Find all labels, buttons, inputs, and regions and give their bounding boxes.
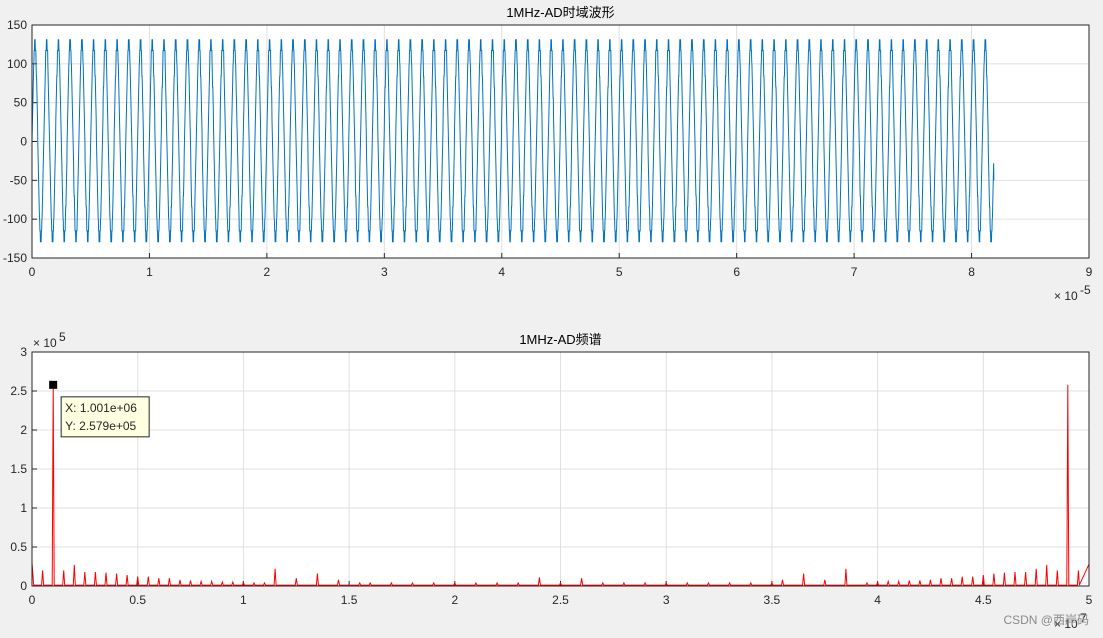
y-tick-label: 2 [20,423,27,437]
y-tick-label: 0.5 [10,540,27,554]
y-tick-label: 1.5 [10,462,27,476]
y-tick-label: 150 [7,18,27,32]
x-exponent-label: × 10 [1054,289,1078,303]
x-tick-label: 0.5 [129,593,146,607]
x-tick-label: 1 [146,265,153,279]
figure-canvas: 0 1 2 3 4 5 6 7 8 9-150-100-500501001501MHz-AD时域波… [3,5,1093,631]
x-tick-label: 2 [451,593,458,607]
datatip-y-text: Y: 2.579e+05 [65,419,136,433]
datatip-x-text: X: 1.001e+06 [65,401,137,415]
datatip-marker [49,380,58,389]
y-tick-label: 100 [7,57,27,71]
x-tick-label: 4 [874,593,881,607]
x-exponent-value: -5 [1080,283,1091,297]
y-tick-label: 1 [20,501,27,515]
y-exponent-label: × 10 [33,336,57,350]
x-tick-label: 9 [1086,265,1093,279]
y-exponent-value: 5 [59,330,66,344]
y-tick-label: 0 [20,579,27,593]
axes-1: 0 1 2 3 4 5 6 7 8 9 -150 -100 -50 0 50 100 150 1MHz-AD时域波… [3,5,1093,303]
axes-2: 0 0.5 1 1.5 2 2.5 3 3.5 4 4.5 5 0 0.5 1 1.5 2 2.5 3 1MHz-A… [10,330,1092,631]
chart-title: 1MHz-AD频谱 [519,332,601,347]
x-tick-label: 5 [616,265,623,279]
x-tick-label: 2.5 [552,593,569,607]
x-tick-label: 1 [240,593,247,607]
x-tick-label: 4.5 [975,593,992,607]
datatip: X: 1.001e+06 Y: 2.579e+05 [60,396,150,438]
x-tick-label: 4 [498,265,505,279]
y-tick-label: 2.5 [10,384,27,398]
watermark: CSDN @西岸码 [1003,613,1089,627]
x-tick-label: 0 [29,265,36,279]
x-tick-label: 7 [851,265,858,279]
x-tick-label: 3.5 [764,593,781,607]
y-tick-label: 0 [20,135,27,149]
x-tick-label: 8 [968,265,975,279]
x-tick-label: 5 [1086,593,1093,607]
x-tick-label: 0 [29,593,36,607]
y-tick-label: 50 [14,96,28,110]
x-tick-label: 1.5 [341,593,358,607]
y-tick-label: -150 [3,251,27,265]
x-tick-label: 2 [264,265,271,279]
y-tick-label: 3 [20,345,27,359]
y-tick-label: -100 [3,212,27,226]
x-tick-label: 3 [663,593,670,607]
y-tick-label: -50 [10,173,28,187]
chart-title: 1MHz-AD时域波形 [506,5,614,20]
x-tick-label: 3 [381,265,388,279]
x-tick-label: 6 [733,265,740,279]
